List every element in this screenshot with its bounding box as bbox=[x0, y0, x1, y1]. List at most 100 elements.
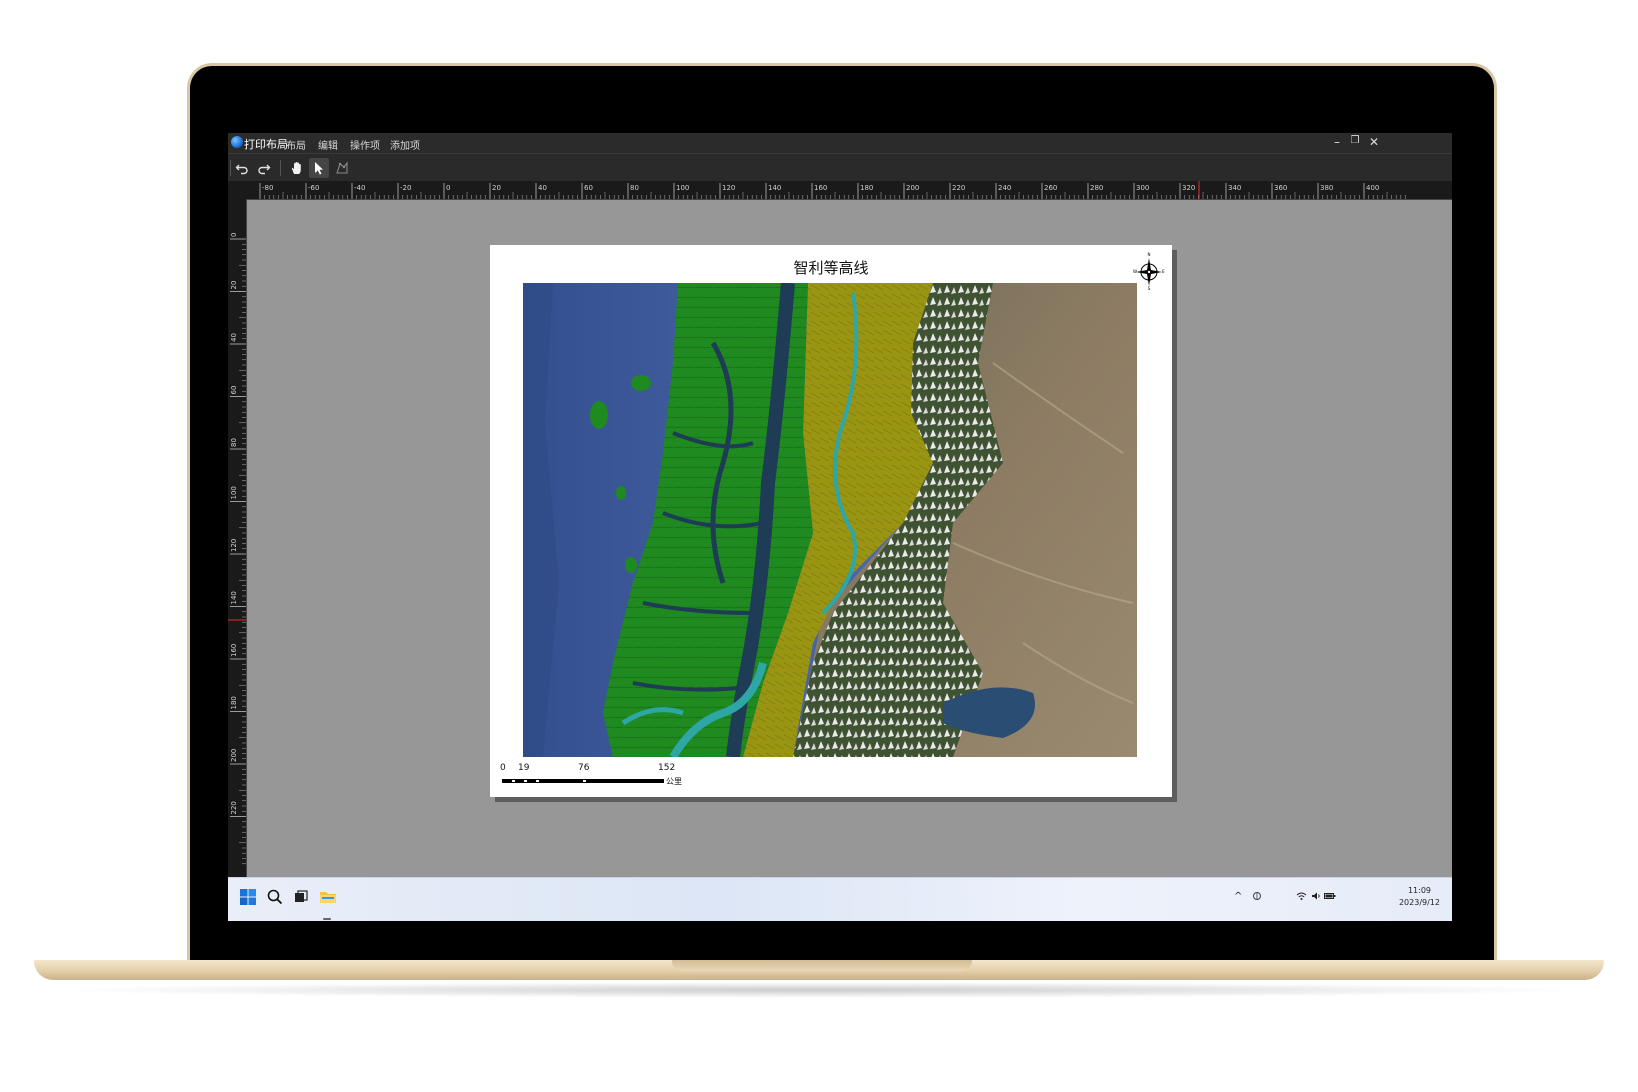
scale-label-152: 152 bbox=[658, 763, 676, 773]
app-logo-icon bbox=[231, 136, 243, 148]
close-button[interactable]: ✕ bbox=[1367, 135, 1381, 149]
north-arrow-icon[interactable]: N S W E bbox=[1132, 251, 1166, 291]
search-icon bbox=[267, 889, 283, 905]
h-ruler-label: -20 bbox=[400, 184, 411, 192]
v-ruler-label: 160 bbox=[230, 644, 238, 657]
h-ruler-label: 220 bbox=[952, 184, 965, 192]
compass-n-label: N bbox=[1148, 252, 1151, 257]
title-bar: 打印布局 布局 编辑 操作项 添加项 – ❐ ✕ bbox=[228, 133, 1452, 153]
scale-label-19: 19 bbox=[518, 763, 530, 773]
input-method-icon bbox=[1253, 892, 1261, 900]
task-view-button[interactable] bbox=[290, 886, 312, 908]
h-ruler-label: 300 bbox=[1136, 184, 1149, 192]
h-ruler-label: 240 bbox=[998, 184, 1011, 192]
v-ruler-label: 20 bbox=[230, 281, 238, 290]
edit-node-icon bbox=[336, 161, 348, 174]
search-button[interactable] bbox=[264, 886, 286, 908]
volume-button[interactable] bbox=[1311, 891, 1321, 904]
menu-operations[interactable]: 操作项 bbox=[350, 137, 380, 152]
folder-icon bbox=[320, 892, 336, 903]
active-app-indicator bbox=[323, 918, 331, 920]
h-ruler-label: 340 bbox=[1228, 184, 1241, 192]
redo-icon bbox=[258, 164, 271, 175]
redo-button[interactable] bbox=[254, 158, 274, 178]
v-ruler-label: 40 bbox=[230, 333, 238, 342]
h-ruler-label: 180 bbox=[860, 184, 873, 192]
minimize-button[interactable]: – bbox=[1330, 135, 1344, 149]
start-button[interactable] bbox=[237, 886, 259, 908]
restore-button[interactable]: ❐ bbox=[1348, 135, 1362, 146]
menu-layout[interactable]: 布局 bbox=[286, 137, 306, 152]
h-ruler-label: 0 bbox=[446, 184, 450, 192]
windows-logo-icon bbox=[240, 889, 256, 905]
tray-overflow-button[interactable]: ^ bbox=[1234, 891, 1242, 902]
scale-bar-graphic bbox=[502, 779, 664, 783]
h-ruler-label: 160 bbox=[814, 184, 827, 192]
menu-edit[interactable]: 编辑 bbox=[318, 137, 338, 152]
h-ruler-label: 60 bbox=[584, 184, 593, 192]
h-ruler-label: -40 bbox=[354, 184, 365, 192]
vertical-ruler[interactable]: 0 20 40 60 80 100 120 140 160 180 200 220 bbox=[228, 199, 247, 877]
vertical-ruler-ticks: 0 20 40 60 80 100 120 140 160 180 200 220 bbox=[228, 233, 246, 865]
v-ruler-label: 200 bbox=[230, 749, 238, 762]
laptop-notch bbox=[672, 960, 972, 971]
layout-canvas[interactable]: 智利等高线 N S W E 0 19 76 152 公里 bbox=[247, 200, 1452, 877]
v-ruler-label: 60 bbox=[230, 386, 238, 395]
v-ruler-label: 140 bbox=[230, 591, 238, 604]
screen: 打印布局 布局 编辑 操作项 添加项 – ❐ ✕ -80 -60 -40 -20 0 20… bbox=[228, 133, 1452, 921]
h-ruler-label: -80 bbox=[262, 184, 273, 192]
ime-button[interactable] bbox=[1252, 891, 1262, 904]
system-clock[interactable]: 11:09 2023/9/12 bbox=[1399, 885, 1440, 909]
print-page[interactable]: 智利等高线 N S W E 0 19 76 152 公里 bbox=[490, 245, 1172, 797]
h-ruler-label: -60 bbox=[308, 184, 319, 192]
chile-contour-map bbox=[523, 283, 1137, 757]
horizontal-ruler-ticks: -80 -60 -40 -20 0 20 40 60 80 100 120 140 160 180 200 2… bbox=[259, 181, 1406, 199]
map-frame[interactable] bbox=[523, 283, 1137, 757]
pan-tool-button[interactable] bbox=[287, 158, 307, 178]
v-ruler-label: 220 bbox=[230, 801, 238, 814]
task-view-icon bbox=[295, 890, 308, 902]
h-ruler-label: 260 bbox=[1044, 184, 1057, 192]
edit-nodes-button[interactable] bbox=[332, 158, 352, 178]
scale-label-76: 76 bbox=[578, 763, 590, 773]
undo-button[interactable] bbox=[232, 158, 252, 178]
toolbar-grip bbox=[230, 160, 231, 176]
h-ruler-label: 320 bbox=[1182, 184, 1195, 192]
h-ruler-label: 200 bbox=[906, 184, 919, 192]
menu-add-items[interactable]: 添加项 bbox=[390, 137, 420, 152]
horizontal-ruler[interactable]: -80 -60 -40 -20 0 20 40 60 80 100 120 140 160 180 200 2… bbox=[228, 181, 1452, 200]
file-explorer-button[interactable] bbox=[317, 886, 339, 908]
h-ruler-label: 380 bbox=[1320, 184, 1333, 192]
h-ruler-label: 360 bbox=[1274, 184, 1287, 192]
map-title[interactable]: 智利等高线 bbox=[490, 257, 1172, 278]
speaker-icon bbox=[1312, 892, 1320, 900]
compass-e-label: E bbox=[1162, 269, 1165, 274]
select-tool-button[interactable] bbox=[309, 158, 329, 178]
h-ruler-label: 40 bbox=[538, 184, 547, 192]
scale-label-0: 0 bbox=[500, 763, 506, 773]
battery-button[interactable] bbox=[1324, 891, 1336, 904]
app-title: 打印布局 bbox=[244, 138, 288, 151]
v-ruler-label: 120 bbox=[230, 539, 238, 552]
v-ruler-label: 80 bbox=[230, 438, 238, 447]
clock-date: 2023/9/12 bbox=[1398, 898, 1440, 907]
h-ruler-label: 120 bbox=[722, 184, 735, 192]
toolbar-separator bbox=[280, 160, 281, 176]
scale-bar[interactable]: 0 19 76 152 公里 bbox=[500, 763, 700, 793]
wifi-button[interactable] bbox=[1296, 891, 1307, 904]
compass-s-label: S bbox=[1148, 286, 1151, 291]
select-arrow-icon bbox=[315, 162, 323, 175]
windows-taskbar: ^ 11:09 2023/9/12 bbox=[228, 877, 1452, 921]
h-ruler-label: 80 bbox=[630, 184, 639, 192]
scale-unit: 公里 bbox=[666, 777, 682, 786]
clock-time: 11:09 bbox=[1407, 886, 1432, 895]
toolbar bbox=[228, 153, 1452, 182]
hand-pan-icon bbox=[291, 162, 301, 174]
undo-icon bbox=[235, 164, 248, 175]
battery-icon bbox=[1324, 893, 1336, 899]
compass-w-label: W bbox=[1133, 269, 1137, 274]
h-ruler-label: 280 bbox=[1090, 184, 1103, 192]
v-ruler-label: 0 bbox=[230, 233, 238, 237]
h-ruler-label: 400 bbox=[1366, 184, 1379, 192]
v-ruler-label: 180 bbox=[230, 696, 238, 709]
